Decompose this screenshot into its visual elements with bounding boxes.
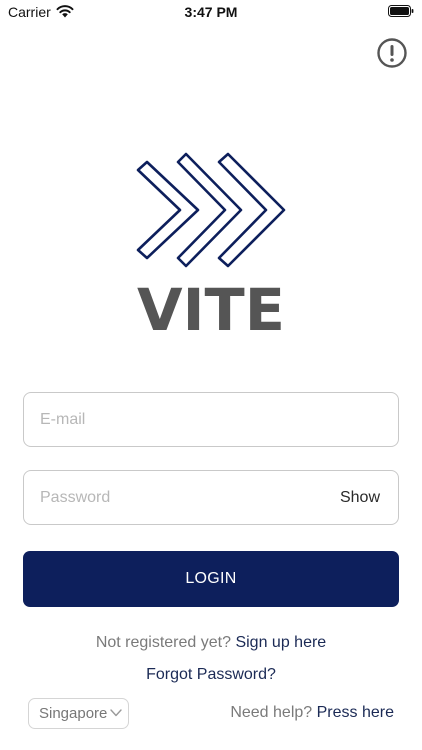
- region-value: Singapore: [39, 705, 108, 722]
- forgot-password-row: Forgot Password?: [0, 666, 422, 684]
- forgot-password-link[interactable]: Forgot Password?: [146, 666, 276, 683]
- password-field[interactable]: [40, 471, 340, 524]
- vite-logo: VITE: [136, 152, 286, 335]
- chevron-down-icon: [110, 709, 122, 717]
- signup-prompt: Not registered yet?: [95, 634, 231, 651]
- battery-icon: [388, 5, 414, 17]
- exclamation-circle-icon[interactable]: [376, 37, 408, 69]
- region-select[interactable]: Singapore: [28, 698, 129, 729]
- password-field-container: Show: [23, 470, 399, 525]
- show-password-toggle[interactable]: Show: [340, 471, 380, 524]
- help-row: Need help? Press here: [230, 704, 394, 722]
- login-button[interactable]: LOGIN: [23, 551, 399, 607]
- signup-link[interactable]: Sign up here: [235, 634, 326, 651]
- help-prompt: Need help?: [230, 704, 313, 721]
- email-field-container: [23, 392, 399, 447]
- help-link[interactable]: Press here: [317, 704, 394, 721]
- status-bar: Carrier 3:47 PM: [0, 0, 422, 26]
- signup-row: Not registered yet? Sign up here: [0, 634, 422, 652]
- brand-name: VITE: [137, 276, 285, 335]
- status-time: 3:47 PM: [184, 4, 238, 20]
- email-field[interactable]: [40, 393, 340, 446]
